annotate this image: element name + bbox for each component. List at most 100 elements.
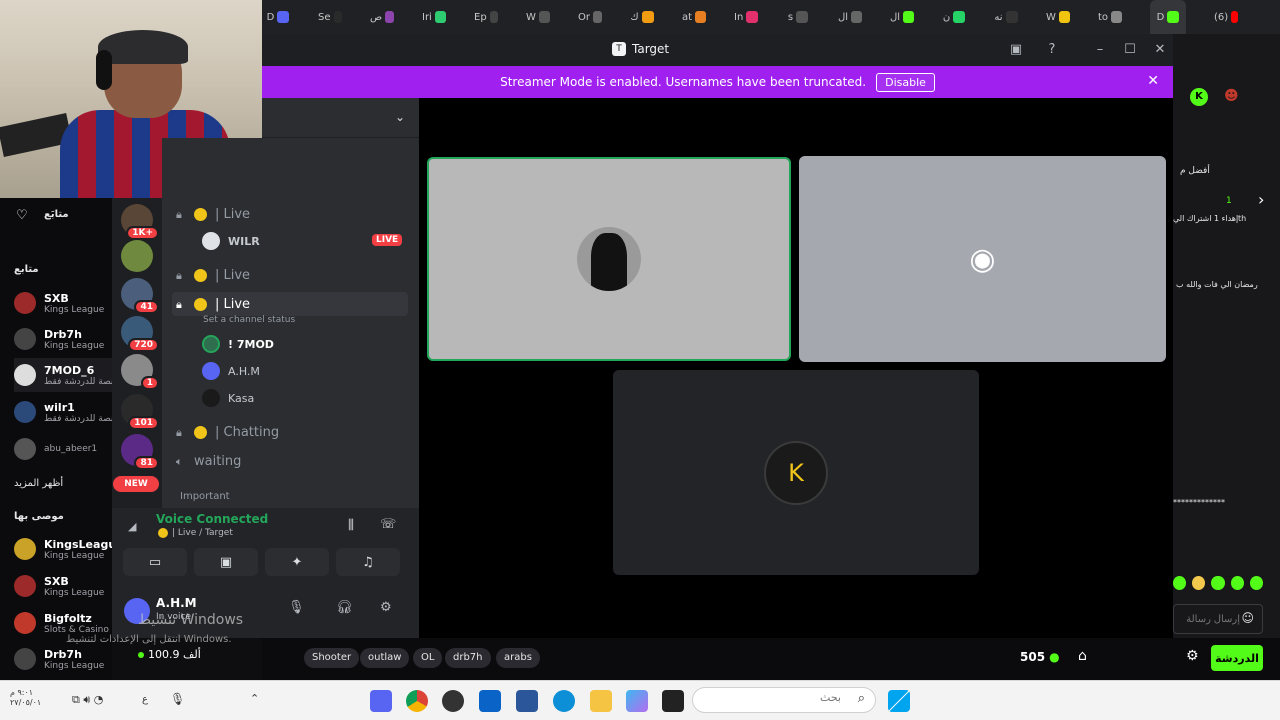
voice-channel[interactable]: 🔒︎ | Live	[176, 202, 250, 226]
chevron-right-icon[interactable]: ›	[1258, 190, 1264, 209]
emote-icon[interactable]	[1249, 576, 1264, 590]
voice-channel-selected[interactable]: 🔒︎ | Live	[172, 292, 408, 316]
chat-toggle-button[interactable]: الدردشة	[1211, 645, 1263, 671]
browser-tab[interactable]: ن	[942, 0, 966, 34]
m365-taskbar-icon[interactable]	[626, 690, 648, 712]
taskbar-search-input[interactable]	[721, 692, 841, 704]
tray-icons[interactable]: ⧉ 🔊︎ ◔	[72, 693, 103, 707]
screen-share-button[interactable]: ▣	[194, 548, 258, 576]
stream-tag[interactable]: arabs	[496, 648, 540, 668]
browser-tab[interactable]: at	[682, 0, 706, 34]
voice-channel[interactable]: 🔒︎ | Live	[176, 263, 250, 287]
language-indicator[interactable]: ع	[142, 694, 148, 705]
activities-button[interactable]: ✦	[265, 548, 329, 576]
microphone-icon[interactable]: 🎙︎	[288, 600, 305, 615]
maximize-button[interactable]: ☐	[1120, 40, 1140, 60]
browser-tab[interactable]: ك	[630, 0, 654, 34]
chevron-up-icon[interactable]: ⌃	[250, 692, 259, 705]
settings-gear-icon[interactable]: ⚙	[380, 600, 392, 615]
voice-user[interactable]: Kasa	[202, 387, 254, 409]
server-header[interactable]: ⌄	[262, 98, 419, 138]
emote-icon[interactable]	[1192, 576, 1206, 590]
browser-tab[interactable]: Iri	[422, 0, 446, 34]
browser-tab[interactable]: Or	[578, 0, 602, 34]
voice-user[interactable]: A.H.M	[202, 360, 260, 382]
recommended-channel[interactable]: KingsLeagueKings League	[14, 532, 112, 566]
participant-tile[interactable]: K	[613, 370, 979, 575]
chrome-taskbar-icon[interactable]	[406, 690, 428, 712]
emote-icon[interactable]	[1211, 576, 1225, 590]
voice-connected-label[interactable]: Voice Connected	[156, 512, 268, 526]
browser-tab[interactable]: D	[1150, 0, 1186, 34]
browser-tab[interactable]: W	[1046, 0, 1070, 34]
browser-tab[interactable]: W	[526, 0, 550, 34]
help-icon[interactable]: ?	[1042, 40, 1062, 60]
browser-tab[interactable]: D	[266, 0, 290, 34]
disable-streamer-mode-button[interactable]: Disable	[876, 72, 935, 92]
obs-taskbar-icon[interactable]	[442, 690, 464, 712]
microphone-icon[interactable]: 🎙︎	[170, 692, 185, 706]
voice-channel-waiting[interactable]: 🔈︎ waiting	[176, 449, 241, 473]
noise-suppression-icon[interactable]: ⫼	[348, 518, 354, 533]
voice-channel[interactable]: 🔒︎ | Chatting	[176, 420, 279, 444]
participant-tile-speaking[interactable]	[427, 157, 791, 361]
browser-tab[interactable]: s	[786, 0, 810, 34]
close-icon[interactable]: ✕	[1147, 73, 1159, 89]
terminal-taskbar-icon[interactable]	[662, 690, 684, 712]
browser-tab[interactable]: In	[734, 0, 758, 34]
server-icon[interactable]: 101	[121, 394, 159, 430]
stream-tag[interactable]: drb7h	[445, 648, 491, 668]
stream-tag[interactable]: outlaw	[360, 648, 410, 668]
kick-logo-icon[interactable]: K	[1190, 88, 1208, 106]
browser-tab[interactable]: ال	[890, 0, 914, 34]
store-icon[interactable]: ⌂	[1078, 648, 1087, 664]
following-channel[interactable]: Drb7h Kings League	[14, 322, 112, 356]
stream-tag[interactable]: Shooter	[304, 648, 360, 668]
browser-tab[interactable]: ص	[370, 0, 394, 34]
participant-tile[interactable]: ◉	[799, 156, 1166, 362]
following-channel[interactable]: abu_abeer1	[14, 432, 112, 466]
browser-tab[interactable]: (6)	[1214, 0, 1238, 34]
show-more-link[interactable]: أظهر المزيد	[14, 478, 63, 489]
new-badge[interactable]: NEW	[113, 476, 159, 492]
following-channel[interactable]: 7MOD_6 منصة للدردشة فقط	[14, 358, 112, 392]
file-explorer-taskbar-icon[interactable]	[590, 690, 612, 712]
server-icon[interactable]: 1	[121, 354, 159, 390]
category-important[interactable]: Important	[180, 491, 230, 502]
outlook-taskbar-icon[interactable]	[479, 690, 501, 712]
server-icon[interactable]: 81	[121, 434, 159, 470]
server-icon[interactable]: 1K+	[121, 204, 159, 240]
emote-icon[interactable]	[1173, 576, 1187, 590]
browser-tab[interactable]: Ep	[474, 0, 498, 34]
settings-gear-icon[interactable]: ⚙	[1186, 648, 1199, 664]
server-icon[interactable]: 720	[121, 316, 159, 352]
stream-tag[interactable]: OL	[413, 648, 443, 668]
chat-input[interactable]	[1174, 605, 1240, 633]
recommended-channel[interactable]: SXB Kings League	[14, 569, 112, 603]
headphones-icon[interactable]: 🎧︎	[336, 600, 353, 615]
browser-tab[interactable]: Se	[318, 0, 342, 34]
voice-location[interactable]: | Live / Target	[158, 528, 233, 538]
heart-icon[interactable]: ♡	[16, 208, 28, 223]
windows-start-icon[interactable]	[888, 690, 910, 712]
disconnect-icon[interactable]: ☏	[380, 517, 396, 532]
emote-icon[interactable]	[1230, 576, 1244, 590]
camera-off-button[interactable]: ▭	[123, 548, 187, 576]
edge-taskbar-icon[interactable]	[553, 690, 575, 712]
following-channel[interactable]: wilr1 منصة للدردشة فقط	[14, 395, 112, 429]
recommended-channel[interactable]: Drb7h Kings League	[14, 642, 112, 676]
store-taskbar-icon[interactable]	[516, 690, 538, 712]
close-window-button[interactable]: ✕	[1150, 40, 1170, 60]
server-icon[interactable]	[121, 240, 153, 272]
clock[interactable]: ٩:٠١ م ٢٧/٠٥/٠١	[10, 688, 41, 708]
minimize-button[interactable]: –	[1090, 40, 1110, 60]
browser-tab[interactable]: نه	[994, 0, 1018, 34]
emoji-icon[interactable]: ☺	[1241, 611, 1254, 625]
following-channel[interactable]: SXB Kings League	[14, 286, 112, 320]
chevron-down-icon[interactable]: ⌄	[395, 110, 405, 124]
channel-status-hint[interactable]: Set a channel status	[203, 315, 295, 325]
inbox-icon[interactable]: ▣	[1006, 40, 1026, 60]
discord-taskbar-icon[interactable]	[370, 690, 392, 712]
browser-tab[interactable]: ال	[838, 0, 862, 34]
server-icon[interactable]: 41	[121, 278, 159, 314]
